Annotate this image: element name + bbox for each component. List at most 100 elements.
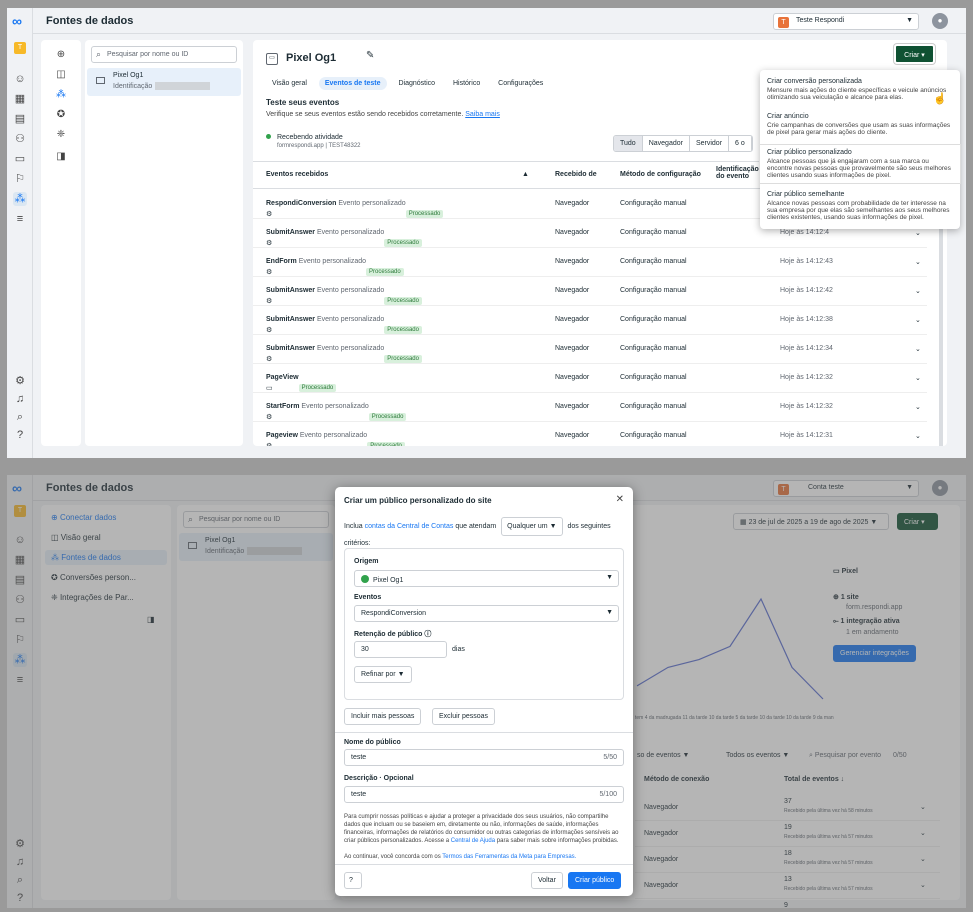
search-placeholder: Pesquisar por nome ou ID (107, 51, 189, 58)
user-avatar[interactable]: ● (932, 13, 948, 29)
chevron-down-icon: ▼ (606, 609, 613, 616)
events-select[interactable]: RespondiConversion ▼ (354, 605, 619, 622)
table-row[interactable]: ▭ PageView Processado Navegador Configuraç… (253, 364, 927, 393)
col-received-from[interactable]: Recebido de (555, 171, 597, 178)
chevron-down-icon[interactable]: ⌄ (915, 316, 921, 324)
conversions-icon[interactable]: ✪ (54, 108, 68, 122)
include-text: Inclua (344, 523, 363, 530)
col-events[interactable]: Eventos recebidos (266, 171, 328, 178)
origin-select[interactable]: Pixel Og1 ▼ (354, 570, 619, 587)
table-row[interactable]: ⚙ Pageview Evento personalizado Processa… (253, 422, 927, 446)
search-icon[interactable]: ⌕ (13, 410, 27, 424)
megaphone-icon[interactable]: ⚐ (13, 172, 27, 186)
name-char-count: 5/50 (603, 754, 617, 761)
retention-input[interactable]: 30 (354, 641, 447, 658)
create-button[interactable]: Criar ▾ (894, 44, 935, 64)
retention-label-text: Retenção de público (354, 631, 423, 638)
chevron-down-icon[interactable]: ⌄ (915, 345, 921, 353)
chevron-down-icon[interactable]: ⌄ (915, 432, 921, 440)
chevron-down-icon[interactable]: ⌄ (915, 287, 921, 295)
event-icon: ⚙ (266, 240, 273, 247)
status-badge: Processado (405, 210, 444, 218)
table-row[interactable]: ⚙ SubmitAnswer Evento personalizado Proc… (253, 335, 927, 364)
data-sources-icon[interactable]: ⁂ (13, 192, 27, 206)
filter-server[interactable]: Servidor (690, 136, 730, 151)
description-label: Descrição · Opcional (344, 775, 414, 782)
exclude-people-button[interactable]: Excluir pessoas (432, 708, 496, 725)
pages-icon[interactable]: ▤ (13, 112, 27, 126)
people-icon[interactable]: ⚇ (13, 132, 27, 146)
audience-name-label: Nome do público (344, 739, 401, 746)
search-icon: ⌕ (96, 49, 102, 59)
tab-test-events[interactable]: Eventos de teste (318, 77, 387, 90)
subtext: Verifique se seus eventos estão sendo re… (266, 111, 464, 118)
menu-item-create-ad[interactable]: Criar anúncio Crie campanhas de conversõe… (760, 109, 960, 140)
description-input[interactable]: teste 5/100 (344, 786, 624, 803)
legal-notice: Para cumprir nossas políticas e ajudar a… (344, 813, 624, 861)
menu-icon[interactable]: ≡ (13, 212, 27, 226)
filter-browser[interactable]: Navegador (643, 136, 690, 151)
include-sentence: Inclua contas da Central de Contas que a… (344, 517, 614, 551)
event-cell: ⚙ SubmitAnswer Evento personalizado Proc… (266, 345, 422, 363)
match-any-label: Qualquer um (507, 523, 548, 530)
filter-more[interactable]: 6 o (729, 136, 752, 151)
chevron-down-icon[interactable]: ⌄ (915, 229, 921, 237)
list-item-pixel[interactable]: Pixel Og1 Identificação (87, 68, 241, 96)
menu-item-lookalike[interactable]: Criar público semelhante Alcance novas pe… (760, 187, 960, 225)
setup-method: Configuração manual (620, 432, 687, 439)
learn-more-link[interactable]: Saiba mais (465, 111, 500, 118)
table-row[interactable]: ⚙ SubmitAnswer Evento personalizado Proc… (253, 306, 927, 335)
include-more-button[interactable]: Incluir mais pessoas (344, 708, 422, 725)
back-button[interactable]: Voltar (531, 872, 563, 889)
menu-item-custom-audience[interactable]: Criar público personalizado Alcance pesso… (759, 144, 961, 184)
data-sources-icon[interactable]: ⁂ (54, 88, 68, 102)
overview-icon[interactable]: ◫ (54, 68, 68, 82)
pixel-icon (96, 77, 105, 84)
meta-logo-icon[interactable]: ∞ (12, 13, 22, 29)
smile-icon[interactable]: ☺ (13, 72, 27, 86)
col-method[interactable]: Método de configuração (620, 171, 701, 178)
col-event-id[interactable]: Identificação do evento (716, 166, 759, 180)
event-type: Evento personalizado (301, 403, 369, 410)
help-icon[interactable]: ? (344, 872, 362, 889)
tab-history[interactable]: Histórico (447, 77, 486, 90)
integrations-icon[interactable]: ❈ (54, 128, 68, 142)
close-icon[interactable]: ✕ (616, 494, 624, 505)
info-icon[interactable]: ⓘ (424, 631, 431, 638)
table-row[interactable]: ⚙ EndForm Evento personalizado Processad… (253, 248, 927, 277)
gear-icon[interactable]: ⚙ (13, 374, 27, 388)
event-icon: ▭ (266, 385, 273, 392)
edit-icon[interactable]: ✎ (366, 50, 374, 61)
help-center-link[interactable]: Central de Ajuda (451, 838, 495, 844)
account-selector[interactable]: T Teste Respondi ▼ (773, 13, 919, 30)
chevron-down-icon[interactable]: ⌄ (915, 258, 921, 266)
sort-icon[interactable]: ▲ (522, 171, 529, 178)
refine-by-button[interactable]: Refinar por ▼ (354, 666, 412, 683)
card-icon[interactable]: ▭ (13, 152, 27, 166)
chevron-down-icon[interactable]: ⌄ (915, 374, 921, 382)
filter-all[interactable]: Tudo (614, 136, 643, 151)
tab-diagnostics[interactable]: Diagnóstico (392, 77, 441, 90)
table-row[interactable]: ⚙ StartForm Evento personalizado Process… (253, 393, 927, 422)
accounts-center-link[interactable]: contas da Central de Contas (365, 523, 454, 530)
menu-item-custom-conversion[interactable]: Criar conversão personalizada Mensure mai… (760, 74, 960, 105)
table-row[interactable]: ⚙ SubmitAnswer Evento personalizado Proc… (253, 277, 927, 306)
audience-name-input[interactable]: teste 5/50 (344, 749, 624, 766)
setup-method: Configuração manual (620, 258, 687, 265)
tab-settings[interactable]: Configurações (492, 77, 549, 90)
add-icon[interactable]: ⊕ (54, 48, 68, 62)
received-from: Navegador (555, 432, 590, 439)
terms-link[interactable]: Termos das Ferramentas da Meta para Empr… (442, 854, 576, 860)
create-audience-button[interactable]: Criar público (568, 872, 622, 889)
grid-icon[interactable]: ▦ (13, 92, 27, 106)
origin-label: Origem (354, 558, 379, 565)
tab-overview[interactable]: Visão geral (266, 77, 313, 90)
collapse-icon[interactable]: ◨ (54, 150, 68, 164)
account-avatar[interactable]: T (14, 42, 26, 54)
search-input[interactable]: ⌕ Pesquisar por nome ou ID (91, 46, 237, 63)
event-icon: ⚙ (266, 414, 273, 421)
bell-icon[interactable]: ♫ (13, 392, 27, 406)
match-any-dropdown[interactable]: Qualquer um ▼ (501, 517, 563, 536)
chevron-down-icon[interactable]: ⌄ (915, 403, 921, 411)
help-icon[interactable]: ? (13, 428, 27, 442)
